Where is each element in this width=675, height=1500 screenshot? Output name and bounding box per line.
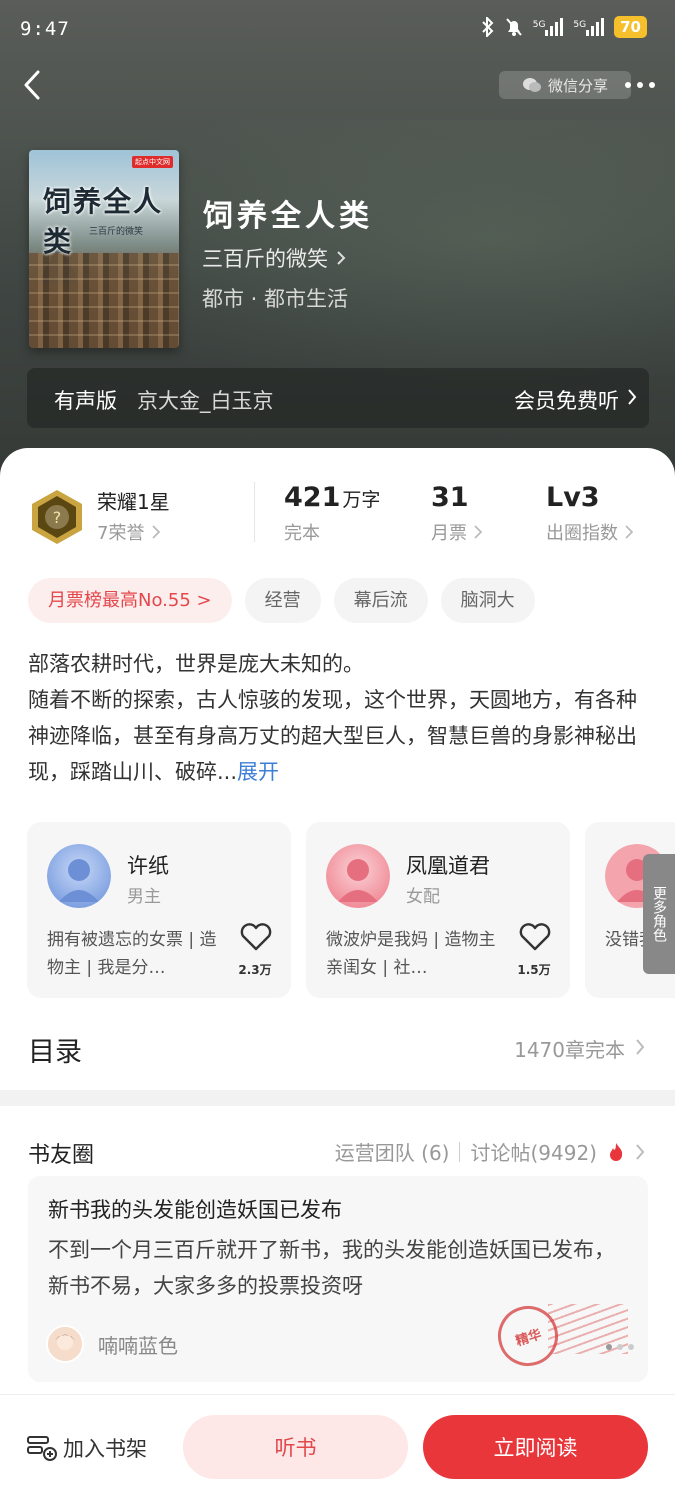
honor-count: 7荣誉 bbox=[97, 523, 145, 544]
table-of-contents-row[interactable]: 目录 1470章完本 bbox=[0, 1018, 675, 1090]
popularity-index-stat[interactable]: Lv3 出圈指数 bbox=[546, 482, 633, 545]
bottom-action-bar: 加入书架 听书 立即阅读 bbox=[0, 1394, 675, 1500]
book-info-card: ? 荣耀1星 7荣誉 421 万字 完本 31 月票 Lv3 出圈指数 月票榜最高… bbox=[0, 448, 675, 1090]
character-like-count: 1.5万 bbox=[517, 963, 551, 977]
honor-badge-icon[interactable]: ? bbox=[30, 488, 84, 546]
status-icons: 5G 5G 70 bbox=[481, 16, 647, 38]
book-cover[interactable]: 起点中文网 饲养全人类 三百斤的微笑 bbox=[29, 150, 179, 348]
featured-post[interactable]: 新书我的头发能创造妖国已发布 不到一个月三百斤就开了新书，我的头发能创造妖国已发… bbox=[28, 1176, 648, 1382]
discussion-link[interactable]: 讨论帖(9492) bbox=[470, 1137, 597, 1166]
chevron-right-icon bbox=[474, 525, 482, 539]
reader-community: 书友圈 运营团队 (6) 讨论帖(9492) 新书我的头发能创造妖国已发布 不到… bbox=[0, 1106, 675, 1396]
character-avatar-icon bbox=[326, 844, 390, 908]
read-now-button[interactable]: 立即阅读 bbox=[423, 1415, 648, 1479]
ops-team-link[interactable]: 运营团队 (6) bbox=[335, 1137, 450, 1166]
tag-item[interactable]: 经营 bbox=[244, 578, 321, 623]
character-name: 凤凰道君 bbox=[406, 854, 490, 878]
synopsis-line: 随着不断的探索，古人惊骇的发现，这个世界，天圆地方，有各种神迹降临，甚至有身高万… bbox=[28, 688, 637, 784]
add-to-shelf-label: 加入书架 bbox=[63, 1437, 147, 1461]
character-avatar-icon bbox=[47, 844, 111, 908]
monthly-votes-stat[interactable]: 31 月票 bbox=[431, 482, 482, 545]
divider bbox=[459, 1141, 461, 1162]
chevron-right-icon bbox=[636, 1039, 645, 1055]
character-card[interactable]: 许纸 男主 拥有被遗忘的女票 | 造物主 | 我是分… 2.3万 bbox=[27, 822, 291, 998]
book-synopsis[interactable]: 部落农耕时代，世界是庞大未知的。 随着不断的探索，古人惊骇的发现，这个世界，天圆… bbox=[28, 646, 648, 790]
bluetooth-icon bbox=[482, 17, 494, 37]
user-avatar[interactable] bbox=[46, 1325, 84, 1363]
author-link[interactable]: 三百斤的微笑 bbox=[202, 243, 346, 273]
character-description: 拥有被遗忘的女票 | 造物主 | 我是分… bbox=[47, 930, 217, 978]
post-username[interactable]: 喃喃蓝色 bbox=[98, 1330, 178, 1359]
listen-button[interactable]: 听书 bbox=[183, 1415, 408, 1479]
cover-art-city bbox=[29, 253, 179, 348]
chevron-right-icon bbox=[625, 525, 633, 539]
heart-icon[interactable] bbox=[239, 922, 273, 952]
popularity-index-label: 出圈指数 bbox=[546, 523, 618, 544]
expand-link[interactable]: 展开 bbox=[237, 760, 279, 784]
character-role: 女配 bbox=[406, 887, 440, 907]
fire-icon bbox=[610, 1142, 623, 1161]
add-to-shelf-button[interactable]: 加入书架 bbox=[27, 1433, 147, 1463]
post-title: 新书我的头发能创造妖国已发布 bbox=[48, 1198, 342, 1222]
battery-indicator: 70 bbox=[614, 16, 647, 38]
character-name: 许纸 bbox=[127, 854, 169, 878]
cover-title: 饲养全人类 bbox=[43, 185, 164, 258]
carousel-dots bbox=[606, 1344, 634, 1350]
chevron-right-icon bbox=[152, 525, 161, 539]
word-count-stat: 421 万字 完本 bbox=[284, 482, 380, 545]
tag-list: 月票榜最高No.55 > 经营 幕后流 脑洞大 bbox=[28, 578, 535, 623]
svg-text:?: ? bbox=[53, 508, 62, 527]
wechat-icon bbox=[522, 78, 541, 92]
synopsis-line: 部落农耕时代，世界是庞大未知的。 bbox=[28, 652, 364, 676]
character-role: 男主 bbox=[127, 887, 161, 907]
book-title: 饲养全人类 bbox=[203, 199, 373, 234]
audiobook-bar[interactable]: 有声版 京大金_白玉京 会员免费听 bbox=[27, 368, 649, 428]
character-list: 许纸 男主 拥有被遗忘的女票 | 造物主 | 我是分… 2.3万 凤凰道君 女配… bbox=[27, 822, 675, 1000]
heart-icon[interactable] bbox=[518, 922, 552, 952]
chevron-right-icon bbox=[628, 389, 637, 405]
monthly-votes-label: 月票 bbox=[431, 523, 467, 544]
add-shelf-icon bbox=[27, 1436, 57, 1461]
community-links: 运营团队 (6) 讨论帖(9492) bbox=[335, 1137, 645, 1166]
more-characters-button[interactable]: 更多角色 bbox=[643, 854, 675, 974]
cover-author: 三百斤的微笑 bbox=[89, 227, 144, 237]
tag-item[interactable]: 脑洞大 bbox=[440, 578, 535, 623]
community-title: 书友圈 bbox=[28, 1143, 95, 1168]
chapter-count: 1470章完本 bbox=[514, 1038, 625, 1062]
chevron-right-icon bbox=[337, 251, 346, 265]
author-name: 三百斤的微笑 bbox=[202, 247, 328, 271]
back-icon[interactable] bbox=[18, 68, 48, 102]
audiobook-label: 有声版 bbox=[54, 389, 117, 413]
character-like-count: 2.3万 bbox=[238, 963, 272, 977]
status-bar: 9:47 5G 5G 70 bbox=[0, 0, 675, 60]
post-body: 不到一个月三百斤就开了新书，我的头发能创造妖国已发布，新书不易，大家多多的投票投… bbox=[48, 1238, 615, 1298]
member-free-listen: 会员免费听 bbox=[514, 389, 619, 413]
tag-ranking[interactable]: 月票榜最高No.55 > bbox=[28, 578, 232, 623]
status-time: 9:47 bbox=[20, 18, 70, 40]
chevron-right-icon bbox=[636, 1143, 645, 1160]
completion-status: 完本 bbox=[284, 523, 320, 544]
book-genre: 都市 · 都市生活 bbox=[202, 287, 349, 311]
word-count-unit: 万字 bbox=[342, 489, 381, 511]
tag-item[interactable]: 幕后流 bbox=[333, 578, 428, 623]
honor-title: 荣耀1星 bbox=[97, 490, 170, 514]
cover-publisher-badge: 起点中文网 bbox=[132, 156, 173, 168]
signal-icon-2: 5G bbox=[573, 18, 605, 36]
book-header: 9:47 5G 5G 70 微信分享 起点中文网 饲养全人类 三百斤的微笑 饲养… bbox=[0, 0, 675, 480]
character-description: 微波炉是我妈 | 造物主亲闺女 | 社… bbox=[326, 930, 496, 978]
mute-bell-icon bbox=[505, 18, 522, 36]
popularity-level-value: Lv3 bbox=[546, 482, 600, 513]
divider bbox=[254, 482, 255, 542]
honor-count-link[interactable]: 7荣誉 bbox=[97, 519, 161, 545]
audiobook-narrator: 京大金_白玉京 bbox=[137, 389, 274, 413]
more-options-button[interactable] bbox=[620, 74, 660, 96]
wechat-share-button[interactable]: 微信分享 bbox=[499, 71, 631, 99]
monthly-votes-value: 31 bbox=[431, 482, 469, 513]
character-card[interactable]: 凤凰道君 女配 微波炉是我妈 | 造物主亲闺女 | 社… 1.5万 bbox=[306, 822, 570, 998]
signal-icon-1: 5G bbox=[533, 18, 564, 36]
toc-title: 目录 bbox=[28, 1037, 82, 1068]
wechat-share-label: 微信分享 bbox=[547, 76, 608, 95]
word-count-value: 421 bbox=[284, 482, 341, 513]
